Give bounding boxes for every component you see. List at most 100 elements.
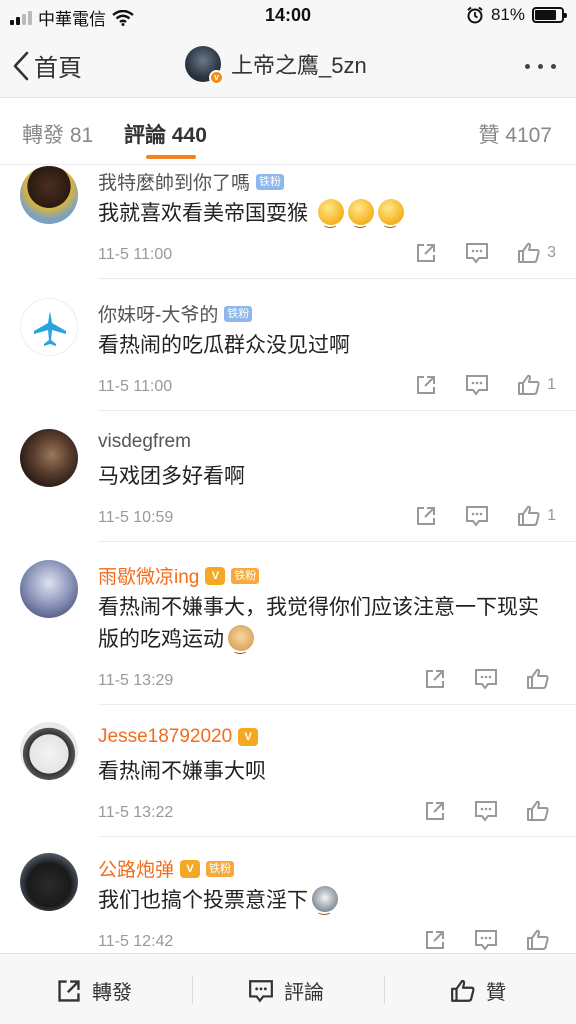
like-button[interactable]: 贊 [450,976,506,1005]
smile-emoji [347,199,374,237]
comment-icon [249,979,273,1003]
comment-actions: 1 [415,505,556,527]
comment-actions [424,668,556,690]
comment-label: 評論 [284,982,324,1004]
share-button[interactable] [424,929,446,951]
commenter-name-text: visdegfrem [98,431,191,452]
vip-crown-icon: V [205,566,226,585]
divider [384,976,385,1004]
avatar[interactable] [20,853,78,911]
thumbs-up-icon [527,800,549,821]
share-button[interactable] [424,668,446,690]
thumbs-up-icon [527,668,549,689]
divider [98,704,576,705]
comment-button[interactable]: 評論 [248,976,324,1005]
avatar[interactable]: v [185,46,224,85]
comment-item: Jesse18792020 V 看热闹不嫌事大呗 11-5 13:22 [0,722,576,853]
avatar[interactable] [20,298,78,356]
share-button[interactable] [415,242,437,264]
vip-crown-icon: V [238,728,259,746]
reply-button[interactable] [474,929,498,951]
comment-actions [424,800,556,822]
comment-actions [424,929,556,951]
like-button[interactable]: 1 [517,505,556,527]
thumbs-up-icon [518,374,540,395]
like-button[interactable]: 1 [517,374,556,396]
comment-list[interactable]: 我特麼帥到你了嗎 铁粉 我就喜欢看美帝国耍猴 11-5 11:00 3 你妹呀-… [0,166,576,952]
comment-text: 我就喜欢看美帝国耍猴 [98,198,546,237]
comment-item: 你妹呀-大爷的 铁粉 看热闹的吃瓜群众没见过啊 11-5 11:00 1 [0,296,576,427]
nav-user[interactable]: v 上帝之鷹_5zn [185,46,367,85]
avatar[interactable] [20,560,78,618]
fan-badge: 铁粉 [206,860,235,877]
commenter-name[interactable]: 公路炮弹 V 铁粉 [98,855,235,882]
reply-button[interactable] [465,505,489,527]
commenter-name[interactable]: 我特麼帥到你了嗎 铁粉 [98,168,285,195]
share-icon [426,931,444,949]
share-icon [426,670,444,688]
commenter-name-text: 雨歇微凉ing [98,567,200,588]
comment-time: 11-5 13:29 [98,672,174,689]
commenter-name[interactable]: Jesse18792020 V [98,726,259,748]
bottom-toolbar: 轉發 評論 贊 [0,953,576,1024]
like-count: 3 [547,244,556,261]
comment-item: 我特麼帥到你了嗎 铁粉 我就喜欢看美帝国耍猴 11-5 11:00 3 [0,166,576,296]
comment-text-body: 我们也搞个投票意淫下 [98,889,308,912]
tab-likes[interactable]: 贊 4107 [478,119,552,149]
thumbs-up-icon [518,505,540,526]
thumbs-up-icon [518,242,540,263]
battery-percent: 81% [490,5,525,24]
verified-badge: v [209,70,224,85]
divider [98,278,576,279]
share-button[interactable] [415,505,437,527]
more-button[interactable] [525,64,556,69]
comment-text: 看热闹不嫌事大呗 [98,760,266,783]
tab-repost[interactable]: 轉發 81 [22,119,93,149]
share-icon [58,979,80,1002]
divider [192,976,193,1004]
husky-emoji [312,886,338,924]
repost-button[interactable]: 轉發 [56,976,132,1005]
battery-icon [532,7,567,23]
comment-text-body: 看热闹不嫌事大，我觉得你们应该注意一下现实版的吃鸡运动 [98,596,539,651]
comment-text-body: 我就喜欢看美帝国耍猴 [98,202,308,225]
avatar[interactable] [20,722,78,780]
share-icon [417,376,436,394]
thumbs-up-icon [451,979,475,1002]
like-button[interactable] [526,929,556,951]
avatar[interactable] [20,166,78,224]
share-icon [417,507,436,525]
like-button[interactable] [526,668,556,690]
back-button[interactable]: 首頁 [12,48,82,83]
reply-button[interactable] [474,800,498,822]
comment-item: 公路炮弹 V 铁粉 我们也搞个投票意淫下 11-5 12:42 [0,853,576,952]
reply-button[interactable] [474,668,498,690]
commenter-name[interactable]: 你妹呀-大爷的 铁粉 [98,300,253,327]
share-button[interactable] [424,800,446,822]
like-button[interactable]: 3 [517,242,556,264]
reply-button[interactable] [465,242,489,264]
comment-time: 11-5 12:42 [98,933,174,950]
comment-text: 看热闹不嫌事大，我觉得你们应该注意一下现实版的吃鸡运动 [98,592,546,663]
back-label: 首頁 [34,55,82,82]
repost-label: 轉發 [92,982,132,1004]
share-button[interactable] [415,374,437,396]
fan-badge: 铁粉 [231,567,260,584]
nav-bar: 首頁 v 上帝之鷹_5zn [0,34,576,98]
reply-button[interactable] [465,374,489,396]
commenter-name[interactable]: visdegfrem [98,431,191,453]
like-count: 1 [547,507,556,524]
tab-indicator [146,155,196,159]
like-button[interactable] [526,800,556,822]
avatar[interactable] [20,429,78,487]
tab-comments[interactable]: 評論 440 [124,119,207,149]
commenter-name-text: 我特麼帥到你了嗎 [98,173,251,194]
comment-time: 11-5 11:00 [98,246,173,263]
commenter-name[interactable]: 雨歇微凉ing V 铁粉 [98,562,260,589]
smile-emoji [317,199,344,237]
fan-badge: 铁粉 [224,305,253,322]
share-icon [426,802,444,820]
divider [98,836,576,837]
comment-actions: 1 [415,374,556,396]
comment-time: 11-5 10:59 [98,509,174,526]
